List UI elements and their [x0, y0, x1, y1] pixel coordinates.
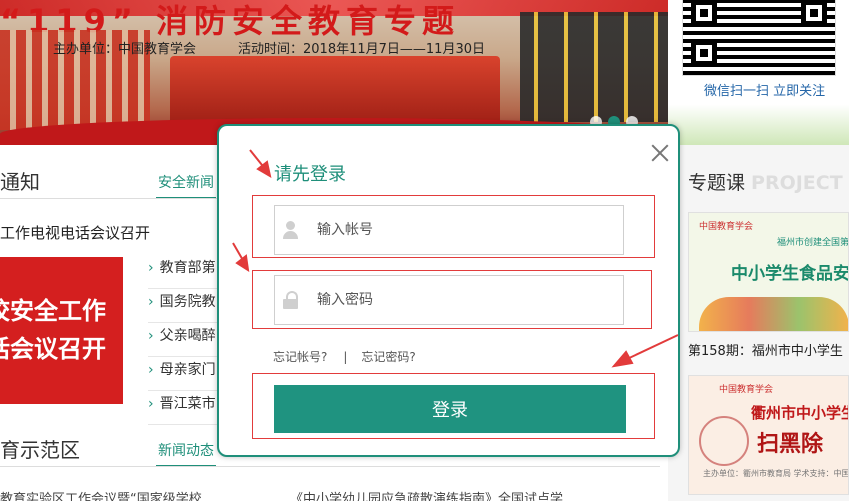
annotation-arrows — [232, 149, 679, 368]
annotation-arrow-head — [611, 350, 634, 368]
annotation-arrow-head — [235, 254, 250, 273]
annotation-arrow-head — [256, 160, 272, 179]
annotation-arrow — [624, 334, 679, 361]
